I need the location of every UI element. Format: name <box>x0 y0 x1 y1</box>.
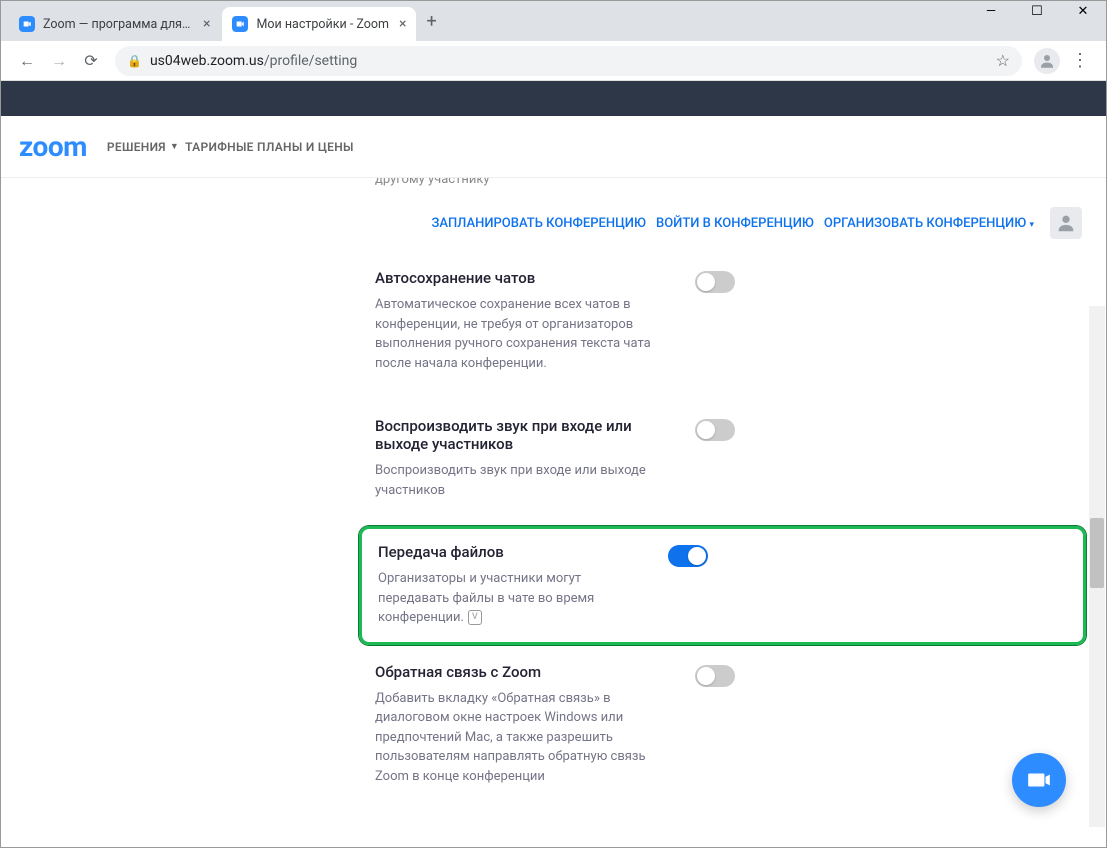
setting-sound-join-leave: Воспроизводить звук при входе или выходе… <box>375 399 1046 526</box>
setting-description: Организаторы и участники могут передават… <box>378 569 638 628</box>
toggle-sound-join-leave[interactable] <box>695 419 735 441</box>
schedule-meeting-link[interactable]: ЗАПЛАНИРОВАТЬ КОНФЕРЕНЦИЮ <box>431 216 646 231</box>
setting-description: Автоматическое сохранение всех чатов в к… <box>375 295 665 373</box>
info-badge-icon: V <box>468 610 482 626</box>
chat-fab-button[interactable] <box>1012 753 1066 807</box>
camera-icon <box>1026 767 1052 793</box>
nav-pricing[interactable]: ТАРИФНЫЕ ПЛАНЫ И ЦЕНЫ <box>185 140 354 154</box>
action-links-row: ЗАПЛАНИРОВАТЬ КОНФЕРЕНЦИЮ ВОЙТИ В КОНФЕР… <box>1 191 1106 251</box>
address-bar-row: ← → ⟳ 🔒 us04web.zoom.us/profile/setting … <box>1 41 1106 81</box>
back-button[interactable]: ← <box>11 45 43 77</box>
browser-tab-1[interactable]: Zoom — программа для конфе × <box>9 7 220 41</box>
browser-menu-button[interactable]: ⋮ <box>1064 50 1096 71</box>
settings-list: Автосохранение чатов Автоматическое сохр… <box>375 251 1046 812</box>
bookmark-star-icon[interactable]: ☆ <box>996 51 1010 70</box>
setting-title: Воспроизводить звук при входе или выходе… <box>375 417 665 453</box>
address-bar[interactable]: 🔒 us04web.zoom.us/profile/setting ☆ <box>115 46 1022 76</box>
new-tab-button[interactable]: + <box>426 11 436 32</box>
user-avatar[interactable] <box>1050 207 1082 239</box>
minimize-button[interactable]: — <box>968 0 1014 29</box>
browser-tabs-row: Zoom — программа для конфе × Мои настрой… <box>1 1 1106 41</box>
setting-description: Воспроизводить звук при входе или выходе… <box>375 461 665 500</box>
zoom-logo[interactable]: zoom <box>19 130 87 163</box>
zoom-header: zoom РЕШЕНИЯ ▼ ТАРИФНЫЕ ПЛАНЫ И ЦЕНЫ <box>1 116 1106 178</box>
zoom-favicon-icon <box>232 16 248 32</box>
setting-title: Передача файлов <box>378 543 638 561</box>
maximize-button[interactable]: ☐ <box>1014 0 1060 29</box>
dark-banner <box>1 81 1106 116</box>
tab-title: Мои настройки - Zoom <box>256 17 389 32</box>
setting-title: Обратная связь с Zoom <box>375 663 665 681</box>
setting-feedback-zoom: Обратная связь с Zoom Добавить вкладку «… <box>375 645 1046 813</box>
close-button[interactable]: ✕ <box>1060 0 1106 29</box>
zoom-nav: РЕШЕНИЯ ▼ ТАРИФНЫЕ ПЛАНЫ И ЦЕНЫ <box>107 140 354 154</box>
profile-avatar[interactable] <box>1034 48 1060 74</box>
window-controls: — ☐ ✕ <box>968 0 1106 29</box>
forward-button[interactable]: → <box>43 45 75 77</box>
zoom-favicon-icon <box>19 16 35 32</box>
setting-file-transfer: Передача файлов Организаторы и участники… <box>359 526 1086 645</box>
scrollbar-thumb[interactable] <box>1090 518 1104 588</box>
partial-clipped-text: другому участнику <box>375 178 1106 187</box>
close-icon[interactable]: × <box>203 16 210 32</box>
join-meeting-link[interactable]: ВОЙТИ В КОНФЕРЕНЦИЮ <box>656 216 814 231</box>
tab-title: Zoom — программа для конфе <box>43 17 193 32</box>
reload-button[interactable]: ⟳ <box>75 45 107 77</box>
content-area: другому участнику ЗАПЛАНИРОВАТЬ КОНФЕРЕН… <box>1 178 1106 847</box>
host-meeting-link[interactable]: ОРГАНИЗОВАТЬ КОНФЕРЕНЦИЮ ▾ <box>824 216 1034 231</box>
chevron-down-icon: ▼ <box>170 141 179 152</box>
toggle-file-transfer[interactable] <box>668 545 708 567</box>
toggle-autosave-chats[interactable] <box>695 271 735 293</box>
browser-tab-2[interactable]: Мои настройки - Zoom × <box>222 7 416 41</box>
lock-icon: 🔒 <box>127 54 142 68</box>
setting-title: Автосохранение чатов <box>375 269 665 287</box>
url-text: us04web.zoom.us/profile/setting <box>150 53 357 69</box>
chevron-down-icon: ▾ <box>1029 220 1034 230</box>
toggle-feedback-zoom[interactable] <box>695 665 735 687</box>
setting-description: Добавить вкладку «Обратная связь» в диал… <box>375 689 665 787</box>
setting-autosave-chats: Автосохранение чатов Автоматическое сохр… <box>375 251 1046 399</box>
close-icon[interactable]: × <box>399 16 406 32</box>
nav-solutions[interactable]: РЕШЕНИЯ ▼ <box>107 140 179 154</box>
